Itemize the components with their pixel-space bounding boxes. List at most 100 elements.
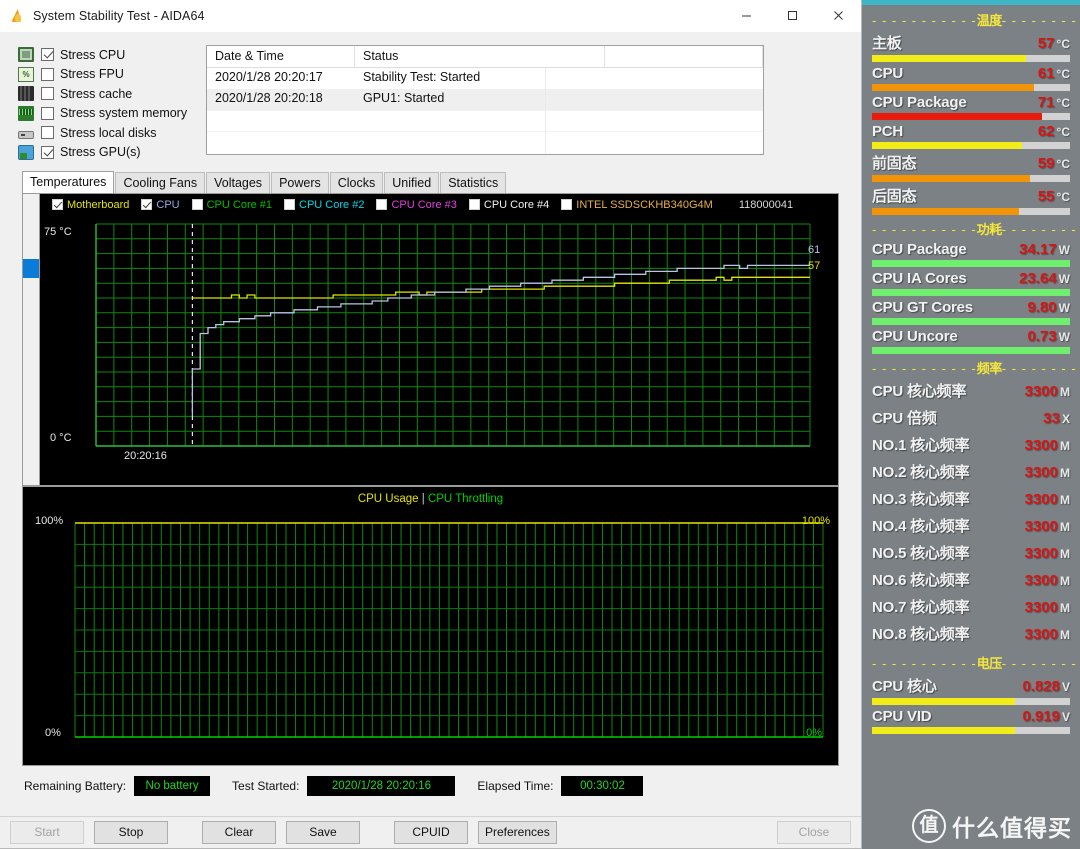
metric-bar-fill (872, 84, 1035, 91)
metric-name: 前固态 (872, 155, 917, 172)
stress-disks-checkbox[interactable] (41, 126, 54, 140)
tab-cooling-fans[interactable]: Cooling Fans (115, 172, 206, 193)
legend-item-cpu-core-4[interactable]: CPU Core #4 (468, 198, 550, 211)
button-bar: Start Stop Clear Save CPUID Preferences … (0, 816, 861, 848)
metric-unit: M (1060, 385, 1070, 399)
watermark-logo: 值 (912, 809, 946, 843)
start-button[interactable]: Start (10, 821, 84, 844)
column-header-status[interactable]: Status (355, 46, 605, 67)
legend-checkbox-cpu-core-3[interactable] (376, 199, 388, 210)
watermark: 值 什么值得买 (912, 809, 1072, 843)
sidebar-metric: 主板 57 °C (872, 32, 1070, 62)
legend-checkbox-cpu[interactable] (141, 199, 153, 210)
tab-voltages[interactable]: Voltages (206, 172, 271, 193)
metric-bar-track (872, 55, 1070, 62)
legend-label-cpu-core-1: CPU Core #1 (206, 198, 273, 211)
legend-label-cpu-core-4: CPU Core #4 (483, 198, 550, 211)
sidebar-body: - - - - - - - - - - -温度- - - - - - - - -… (872, 10, 1080, 734)
chart-vertical-scrollbar[interactable] (23, 194, 40, 485)
watermark-text: 什么值得买 (952, 815, 1072, 841)
stress-disks-label: Stress local disks (60, 125, 157, 140)
cpu-chip-icon (18, 47, 34, 63)
flame-icon (10, 8, 26, 24)
usage-y-max-left-label: 100% (35, 515, 64, 527)
stress-gpu-label: Stress GPU(s) (60, 145, 141, 160)
column-header-extra[interactable] (605, 46, 763, 67)
metric-unit: °C (1056, 190, 1070, 204)
stress-memory-checkbox[interactable] (41, 106, 54, 120)
stress-option-cache[interactable]: Stress cache (18, 84, 198, 104)
metric-bar-fill (872, 260, 1070, 267)
legend-checkbox-ssd[interactable] (561, 199, 573, 210)
legend-item-ssd[interactable]: INTEL SSDSCKHB340G4M (561, 199, 713, 211)
stress-cpu-checkbox[interactable] (41, 48, 54, 62)
metric-unit: °C (1056, 157, 1070, 171)
sidebar-metric: CPU GT Cores 9.80 W (872, 299, 1070, 325)
stress-gpu-checkbox[interactable] (41, 145, 54, 159)
stress-option-gpu[interactable]: Stress GPU(s) (18, 143, 198, 163)
sidebar-metric: 后固态 55 °C (872, 185, 1070, 215)
legend-item-cpu-core-3[interactable]: CPU Core #3 (376, 199, 457, 211)
legend-checkbox-cpu-core-4[interactable] (468, 199, 480, 210)
close-dialog-button[interactable]: Close (777, 821, 851, 844)
sidebar-metric: NO.3 核心频率 3300 M (872, 488, 1070, 514)
temp-y-min-label: 0 °C (50, 432, 72, 444)
sidebar-metric: NO.6 核心频率 3300 M (872, 569, 1070, 595)
table-row[interactable]: 2020/1/28 20:20:18 GPU1: Started (207, 89, 763, 110)
metric-unit: W (1058, 330, 1070, 344)
legend-item-cpu-core-1[interactable]: CPU Core #1 (191, 198, 273, 211)
legend-item-cpu[interactable]: CPU (141, 199, 180, 211)
clear-button[interactable]: Clear (202, 821, 276, 844)
stress-cache-checkbox[interactable] (41, 87, 54, 101)
metric-bar-track (872, 727, 1070, 734)
temperature-chart-panel: Motherboard CPU CPU Core #1 CPU Core #2 … (22, 193, 839, 486)
usage-chart-panel[interactable]: CPU Usage | CPU Throttling 100% 100% 0% … (22, 486, 839, 766)
stop-button[interactable]: Stop (94, 821, 168, 844)
stress-option-cpu[interactable]: Stress CPU (18, 45, 198, 65)
legend-item-motherboard[interactable]: Motherboard (52, 199, 129, 211)
save-button[interactable]: Save (286, 821, 360, 844)
tab-temperatures[interactable]: Temperatures (22, 171, 115, 193)
tab-strip: Temperatures Cooling Fans Voltages Power… (12, 171, 849, 193)
metric-name: CPU (872, 65, 904, 82)
cpuid-button[interactable]: CPUID (394, 821, 468, 844)
temp-value-label-cpu: 61 (808, 244, 821, 256)
metric-name: CPU 倍频 (872, 410, 937, 427)
maximize-button[interactable] (769, 0, 815, 31)
tab-statistics[interactable]: Statistics (440, 172, 507, 193)
stress-option-fpu[interactable]: % Stress FPU (18, 65, 198, 85)
metric-value: 3300 (1024, 518, 1058, 535)
tab-unified[interactable]: Unified (384, 172, 440, 193)
column-header-datetime[interactable]: Date & Time (207, 46, 355, 67)
legend-label-ssd: INTEL SSDSCKHB340G4M (576, 198, 713, 211)
legend-checkbox-motherboard[interactable] (52, 199, 63, 210)
stress-option-disks[interactable]: Stress local disks (18, 123, 198, 143)
temperature-chart-area[interactable]: Motherboard CPU CPU Core #1 CPU Core #2 … (40, 194, 838, 485)
stress-fpu-checkbox[interactable] (41, 67, 54, 81)
legend-checkbox-cpu-core-1[interactable] (191, 199, 203, 210)
metric-row: NO.5 核心频率 3300 M (872, 542, 1070, 568)
metric-value: 3300 (1024, 464, 1058, 481)
metric-unit: X (1061, 412, 1070, 426)
stress-cache-label: Stress cache (60, 86, 133, 101)
tab-clocks[interactable]: Clocks (329, 172, 384, 193)
metric-unit: V (1061, 680, 1070, 694)
table-row[interactable]: 2020/1/28 20:20:17 Stability Test: Start… (207, 68, 763, 89)
metric-bar-fill (872, 55, 1027, 62)
event-log-table[interactable]: Date & Time Status 2020/1/28 20:20:17 St… (206, 45, 764, 155)
preferences-button[interactable]: Preferences (478, 821, 557, 844)
tab-powers[interactable]: Powers (271, 172, 329, 193)
metric-unit: °C (1056, 67, 1070, 81)
sidebar-section-title: - - - - - - - - - - -频率- - - - - - - - -… (872, 361, 1080, 376)
legend-item-cpu-core-2[interactable]: CPU Core #2 (284, 199, 364, 211)
minimize-button[interactable] (723, 0, 769, 31)
scrollbar-thumb[interactable] (23, 259, 39, 278)
metric-value: 61 (1037, 65, 1055, 82)
top-area: Stress CPU % Stress FPU Stress cache Str… (12, 32, 849, 162)
metric-name: NO.3 核心频率 (872, 491, 970, 508)
legend-checkbox-cpu-core-2[interactable] (284, 199, 296, 210)
stress-option-memory[interactable]: Stress system memory (18, 104, 198, 124)
metric-bar-fill (872, 175, 1031, 182)
close-button[interactable] (815, 0, 861, 31)
cell-status: Stability Test: Started (363, 70, 481, 84)
